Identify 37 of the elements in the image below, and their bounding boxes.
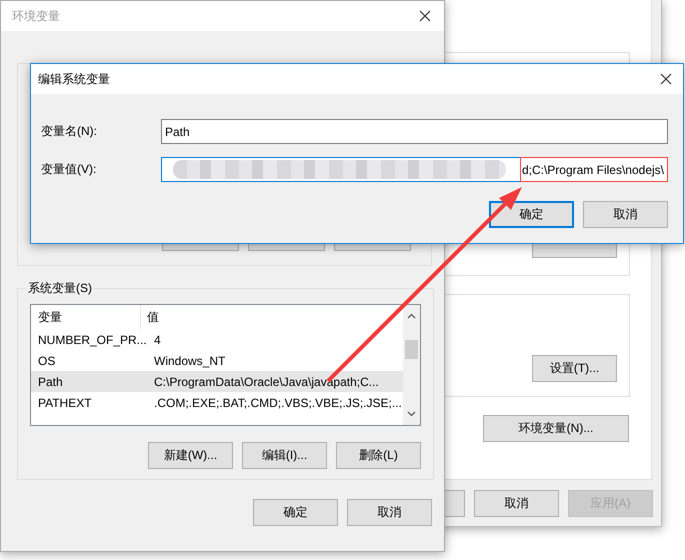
variable-value: C:\ProgramData\Oracle\Java\javapath;C...: [153, 374, 379, 388]
column-header[interactable]: 变量: [31, 305, 141, 329]
variable-value: .COM;.EXE;.BAT;.CMD;.VBS;.VBE;.JS;.JSE;...: [153, 396, 402, 410]
list-action-button[interactable]: 编辑(I)...: [242, 442, 327, 469]
variable-name: PATHEXT: [37, 396, 93, 410]
chevron-down-icon[interactable]: [407, 411, 416, 417]
column-header[interactable]: 值: [141, 308, 159, 326]
group-title: 系统变量(S): [27, 280, 93, 297]
text-field[interactable]: d;C:\Program Files\nodejs\: [161, 157, 668, 182]
scrollbar-thumb[interactable]: [405, 340, 418, 359]
chevron-up-icon[interactable]: [407, 313, 416, 319]
list-action-button[interactable]: 删除(L): [336, 442, 421, 469]
list-row[interactable]: Path C:\ProgramData\Oracle\Java\javapath;C...: [31, 371, 403, 392]
dialog-button[interactable]: 取消: [583, 201, 668, 228]
close-icon[interactable]: [419, 10, 431, 22]
list-row[interactable]: PATHEXT .COM;.EXE;.BAT;.CMD;.VBS;.VBE;.JS;.JSE;...: [31, 392, 403, 413]
scrollbar[interactable]: [403, 305, 420, 425]
text-field[interactable]: Path: [161, 119, 668, 144]
list-action-button[interactable]: 新建(W)...: [148, 442, 233, 469]
variable-value: Windows_NT: [153, 354, 226, 368]
variable-name: OS: [37, 354, 56, 368]
dialog-button[interactable]: 确定: [489, 201, 574, 228]
field-label: 变量值(V):: [41, 161, 98, 178]
close-icon[interactable]: [660, 73, 672, 85]
variable-name: NUMBER_OF_PR...: [37, 332, 148, 346]
field-label: 变量名(N):: [41, 123, 98, 140]
variable-value: 4: [153, 332, 161, 346]
variable-name: Path: [37, 374, 64, 388]
dialog-button[interactable]: 确定: [253, 499, 338, 526]
list-row[interactable]: NUMBER_OF_PR... 4: [31, 329, 403, 350]
list-row[interactable]: OS Windows_NT: [31, 350, 403, 371]
dialog-title: 编辑系统变量: [38, 71, 110, 88]
env-variables-button[interactable]: 环境变量(N)...: [483, 415, 629, 442]
settings-button[interactable]: 设置(T)...: [532, 355, 617, 382]
dialog-button[interactable]: 取消: [474, 490, 559, 517]
window-title: 环境变量: [12, 8, 60, 25]
dialog-button[interactable]: 取消: [347, 499, 432, 526]
